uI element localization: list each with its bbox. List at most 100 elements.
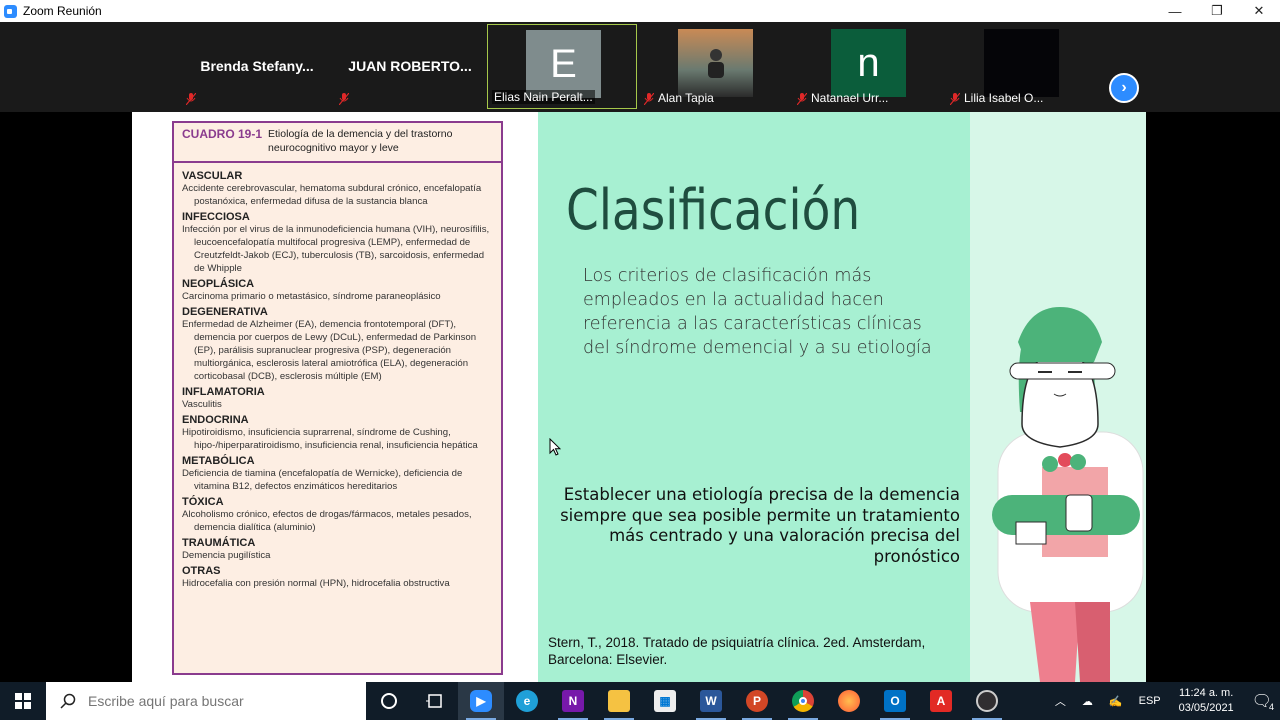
file-explorer-icon	[608, 690, 630, 712]
category-description: Accidente cerebrovascular, hematoma subd…	[182, 183, 482, 207]
box-header: CUADRO 19-1 Etiología de la demencia y d…	[174, 123, 501, 163]
cloud-icon: ☁	[1081, 695, 1093, 708]
category-heading: TÓXICA	[182, 496, 224, 508]
category-description: Hipotiroidismo, insuficiencia suprarrena…	[182, 427, 478, 451]
taskbar-app-outlook[interactable]: O	[872, 682, 918, 720]
search-input[interactable]	[88, 693, 358, 709]
category-heading: ENDOCRINA	[182, 414, 249, 426]
cortana-icon	[381, 693, 397, 709]
show-hidden-icons-button[interactable]: ︿	[1047, 682, 1074, 720]
zoom-app-icon	[4, 4, 17, 18]
close-button[interactable]: ✕	[1238, 0, 1280, 22]
minimize-button[interactable]: —	[1154, 0, 1196, 22]
category-heading: OTRAS	[182, 565, 221, 577]
participant-tile[interactable]: Lilia Isabel O...	[946, 24, 1096, 109]
box-number: CUADRO 19-1	[182, 127, 263, 141]
girl-illustration	[992, 307, 1144, 682]
chevron-right-icon: ›	[1121, 79, 1127, 96]
outlook-icon: O	[884, 690, 906, 712]
category-description: Carcinoma primario o metastásico, síndro…	[182, 291, 441, 302]
slide-left-panel: CUADRO 19-1 Etiología de la demencia y d…	[132, 112, 538, 682]
taskbar-app-word[interactable]: W	[688, 682, 734, 720]
category-description: Infección por el virus de la inmunodefic…	[182, 224, 490, 274]
participant-name: Elias Nain Peralt...	[492, 90, 595, 104]
category-description: Hidrocefalia con presión normal (HPN), h…	[182, 578, 450, 589]
next-page-button[interactable]: ›	[1109, 73, 1139, 103]
firefox-icon	[838, 690, 860, 712]
taskbar-app-file-explorer[interactable]	[596, 682, 642, 720]
category-heading: DEGENERATIVA	[182, 306, 268, 318]
participant-name-large: JUAN ROBERTO...	[348, 58, 472, 74]
taskbar-search[interactable]	[46, 682, 366, 720]
language-indicator[interactable]: ESP	[1131, 682, 1169, 720]
participant-name-large: Brenda Stefany...	[200, 58, 314, 74]
mic-muted-icon	[186, 93, 196, 105]
slide-right-panel	[970, 112, 1146, 682]
avatar: E	[526, 30, 601, 98]
category-heading: INFECCIOSA	[182, 211, 250, 223]
cortana-button[interactable]	[366, 682, 412, 720]
category-heading: TRAUMÁTICA	[182, 537, 256, 549]
task-view-icon	[426, 694, 442, 708]
windows-logo-icon	[15, 693, 31, 709]
restore-button[interactable]: ❐	[1196, 0, 1238, 22]
window-controls: — ❐ ✕	[1154, 0, 1280, 22]
participant-video	[678, 29, 753, 97]
participant-tile[interactable]: Brenda Stefany...	[182, 24, 332, 109]
clock[interactable]: 11:24 a. m. 03/05/2021	[1169, 686, 1244, 716]
slide-note: Establecer una etiología precisa de la d…	[560, 485, 960, 566]
slide-middle-panel: Clasificación Los criterios de clasifica…	[538, 112, 970, 682]
taskbar-app-chrome[interactable]	[780, 682, 826, 720]
taskbar-app-store[interactable]: ▦	[642, 682, 688, 720]
obs-icon	[976, 690, 998, 712]
windows-taskbar: ▶ e N ▦ W P O A ︿ ☁ ✍ ESP 11:24 a. m. 03…	[0, 682, 1280, 720]
category-heading: NEOPLÁSICA	[182, 278, 255, 290]
clock-date: 03/05/2021	[1178, 702, 1234, 714]
participant-name: Lilia Isabel O...	[964, 91, 1044, 105]
notifications-button[interactable]: 🗨 4	[1244, 682, 1280, 720]
participant-tile[interactable]: n Natanael Urr...	[793, 24, 943, 109]
onenote-icon: N	[562, 690, 584, 712]
mic-muted-icon	[644, 93, 654, 105]
slide-title: Clasificación	[566, 178, 861, 243]
taskbar-app-edge[interactable]: e	[504, 682, 550, 720]
mouse-cursor-icon	[549, 438, 561, 456]
box-body: VASCULAR Accidente cerebrovascular, hemat…	[174, 163, 501, 594]
mic-muted-icon	[797, 93, 807, 105]
taskbar-app-obs[interactable]	[964, 682, 1010, 720]
participant-video	[984, 29, 1059, 97]
box-title: Etiología de la demencia y del trastorno…	[268, 128, 453, 154]
participant-tile-active[interactable]: E Elias Nain Peralt...	[487, 24, 637, 109]
mic-muted-icon	[339, 93, 349, 105]
start-button[interactable]	[0, 682, 46, 720]
category-description: Vasculitis	[182, 399, 222, 410]
pen-workspace-button[interactable]: ✍	[1101, 682, 1131, 720]
taskbar-app-zoom[interactable]: ▶	[458, 682, 504, 720]
notification-count: 4	[1268, 702, 1274, 712]
category-description: Demencia pugilística	[182, 550, 271, 561]
taskbar-app-powerpoint[interactable]: P	[734, 682, 780, 720]
word-icon: W	[700, 690, 722, 712]
pen-icon: ✍	[1108, 695, 1123, 708]
clock-time: 11:24 a. m.	[1179, 687, 1234, 699]
category-description: Enfermedad de Alzheimer (EA), demencia f…	[182, 319, 477, 382]
participant-tile[interactable]: JUAN ROBERTO...	[335, 24, 485, 109]
taskbar-app-firefox[interactable]	[826, 682, 872, 720]
category-description: Deficiencia de tiamina (encefalopatía de…	[182, 468, 463, 492]
window-titlebar: Zoom Reunión — ❐ ✕	[0, 0, 1280, 22]
store-icon: ▦	[654, 690, 676, 712]
shared-screen-slide: CUADRO 19-1 Etiología de la demencia y d…	[132, 112, 1146, 682]
taskbar-app-onenote[interactable]: N	[550, 682, 596, 720]
person-icon	[707, 49, 724, 78]
slide-reference: Stern, T., 2018. Tratado de psiquiatría …	[548, 635, 926, 667]
taskbar-app-acrobat[interactable]: A	[918, 682, 964, 720]
search-icon	[60, 693, 76, 709]
category-heading: VASCULAR	[182, 170, 243, 182]
avatar: n	[831, 29, 906, 97]
system-tray: ︿ ☁ ✍ ESP 11:24 a. m. 03/05/2021 🗨 4	[1047, 682, 1280, 720]
task-view-button[interactable]	[412, 682, 458, 720]
category-heading: INFLAMATORIA	[182, 386, 265, 398]
participant-tile[interactable]: Alan Tapia	[640, 24, 790, 109]
onedrive-button[interactable]: ☁	[1074, 682, 1101, 720]
window-title: Zoom Reunión	[23, 4, 102, 18]
